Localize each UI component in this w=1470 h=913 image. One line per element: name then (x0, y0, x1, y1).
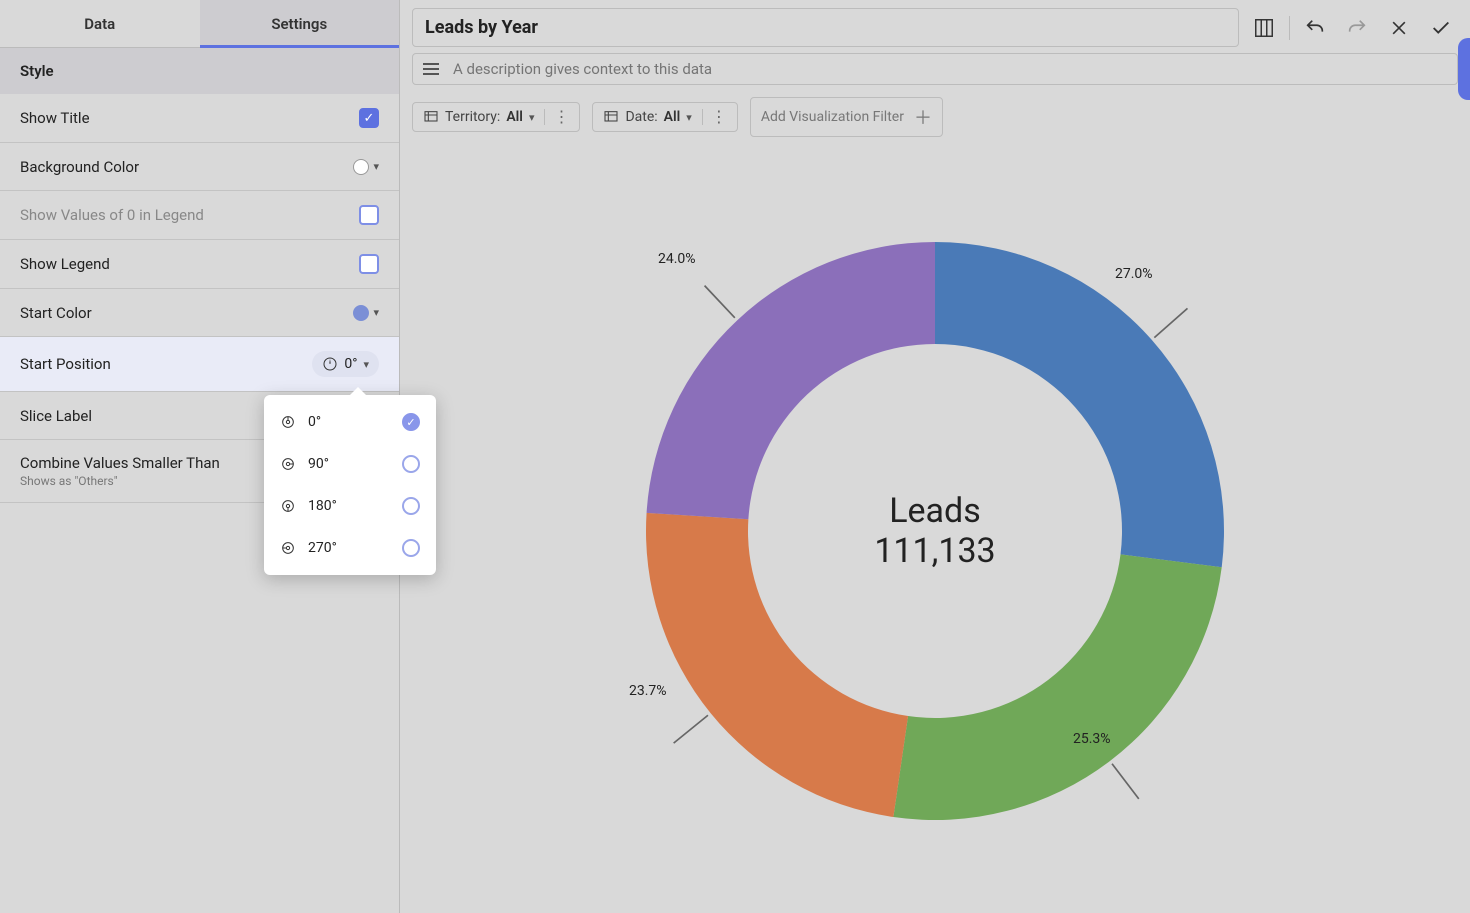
tab-settings[interactable]: Settings (200, 0, 400, 47)
dropdown-option-180-label: 180° (308, 498, 337, 514)
grid-icon[interactable] (1247, 11, 1281, 45)
section-style-header: Style (0, 48, 399, 94)
redo-button[interactable] (1340, 11, 1374, 45)
chart-center-value: 111,133 (874, 531, 995, 571)
filter-territory-label: Territory: (445, 109, 500, 125)
background-color-swatch (353, 159, 369, 175)
filter-territory[interactable]: Territory: All ▾ ⋮ (412, 102, 580, 132)
divider (1289, 16, 1290, 40)
setting-combine-label: Combine Values Smaller Than (20, 454, 220, 472)
background-color-control[interactable]: ▾ (353, 159, 379, 175)
dropdown-option-0-label: 0° (308, 414, 321, 430)
start-position-value: 0° (344, 356, 357, 372)
setting-show-legend-label: Show Legend (20, 255, 110, 273)
checkbox-show-title[interactable]: ✓ (359, 108, 379, 128)
dropdown-option-0[interactable]: 0° ✓ (264, 401, 436, 443)
add-visualization-filter[interactable]: Add Visualization Filter ＋ (750, 97, 943, 137)
radio-unselected-icon (402, 497, 420, 515)
plus-icon: ＋ (914, 104, 932, 130)
confirm-button[interactable] (1424, 11, 1458, 45)
start-color-swatch (353, 305, 369, 321)
chart-center-label: Leads (874, 491, 995, 531)
radio-selected-icon: ✓ (402, 413, 420, 431)
slice-label-2: 25.3% (1073, 731, 1111, 747)
settings-sidebar: Data Settings Style Show Title ✓ Backgro… (0, 0, 400, 913)
filter-icon (603, 109, 619, 125)
description-bar[interactable] (412, 53, 1458, 85)
dropdown-option-270-label: 270° (308, 540, 337, 556)
compass-icon (322, 356, 338, 372)
setting-start-position[interactable]: Start Position 0° ▾ (0, 337, 399, 392)
undo-button[interactable] (1298, 11, 1332, 45)
radio-unselected-icon (402, 455, 420, 473)
setting-show-title[interactable]: Show Title ✓ (0, 94, 399, 143)
chevron-down-icon: ▾ (363, 358, 369, 371)
radio-unselected-icon (402, 539, 420, 557)
rotation-180-icon (280, 498, 296, 514)
description-input[interactable] (453, 60, 1447, 78)
checkbox-show-legend[interactable] (359, 254, 379, 274)
setting-background-color[interactable]: Background Color ▾ (0, 143, 399, 191)
filter-bar: Territory: All ▾ ⋮ Date: All ▾ ⋮ Add Vis… (400, 85, 1470, 149)
dropdown-option-180[interactable]: 180° (264, 485, 436, 527)
tab-data[interactable]: Data (0, 0, 200, 47)
rotation-270-icon (280, 540, 296, 556)
setting-start-color[interactable]: Start Color ▾ (0, 289, 399, 337)
setting-show-title-label: Show Title (20, 109, 90, 127)
setting-background-color-label: Background Color (20, 158, 139, 176)
close-button[interactable] (1382, 11, 1416, 45)
dropdown-option-270[interactable]: 270° (264, 527, 436, 569)
start-position-control[interactable]: 0° ▾ (312, 351, 379, 377)
dropdown-option-90[interactable]: 90° (264, 443, 436, 485)
setting-combine-sub: Shows as "Others" (20, 474, 220, 488)
side-drawer-handle[interactable] (1458, 38, 1470, 100)
chevron-down-icon: ▾ (686, 111, 692, 124)
chart-area: Leads 111,133 27.0% 25.3% 23.7% 24.0% (400, 149, 1470, 913)
chevron-down-icon: ▾ (373, 160, 379, 173)
filter-date-label: Date: (625, 109, 657, 125)
setting-show-zero-label: Show Values of 0 in Legend (20, 206, 204, 224)
slice-label-3: 23.7% (629, 683, 667, 699)
chevron-down-icon: ▾ (529, 111, 535, 124)
rotation-90-icon (280, 456, 296, 472)
topbar (400, 0, 1470, 47)
setting-show-zero-values: Show Values of 0 in Legend (0, 191, 399, 240)
donut-chart: Leads 111,133 27.0% 25.3% 23.7% 24.0% (595, 191, 1275, 871)
filter-territory-value: All (506, 109, 523, 125)
filter-territory-more[interactable]: ⋮ (544, 109, 569, 125)
setting-slice-label-label: Slice Label (20, 407, 92, 425)
checkbox-show-zero[interactable] (359, 205, 379, 225)
dropdown-option-90-label: 90° (308, 456, 329, 472)
setting-show-legend[interactable]: Show Legend (0, 240, 399, 289)
slice-label-1: 27.0% (1115, 266, 1153, 282)
visualization-title-input[interactable] (412, 8, 1239, 47)
sidebar-tabs: Data Settings (0, 0, 399, 48)
setting-start-color-label: Start Color (20, 304, 92, 322)
rotation-0-icon (280, 414, 296, 430)
start-color-control[interactable]: ▾ (353, 305, 379, 321)
filter-date-more[interactable]: ⋮ (702, 109, 727, 125)
description-icon (423, 68, 443, 70)
chevron-down-icon: ▾ (373, 306, 379, 319)
filter-icon (423, 109, 439, 125)
add-filter-label: Add Visualization Filter (761, 109, 904, 125)
slice-label-4: 24.0% (658, 251, 696, 267)
setting-start-position-label: Start Position (20, 355, 111, 373)
main-panel: Territory: All ▾ ⋮ Date: All ▾ ⋮ Add Vis… (400, 0, 1470, 913)
filter-date[interactable]: Date: All ▾ ⋮ (592, 102, 737, 132)
start-position-dropdown: 0° ✓ 90° 180° 270° (264, 395, 436, 575)
filter-date-value: All (664, 109, 681, 125)
chart-center-text: Leads 111,133 (874, 491, 995, 571)
